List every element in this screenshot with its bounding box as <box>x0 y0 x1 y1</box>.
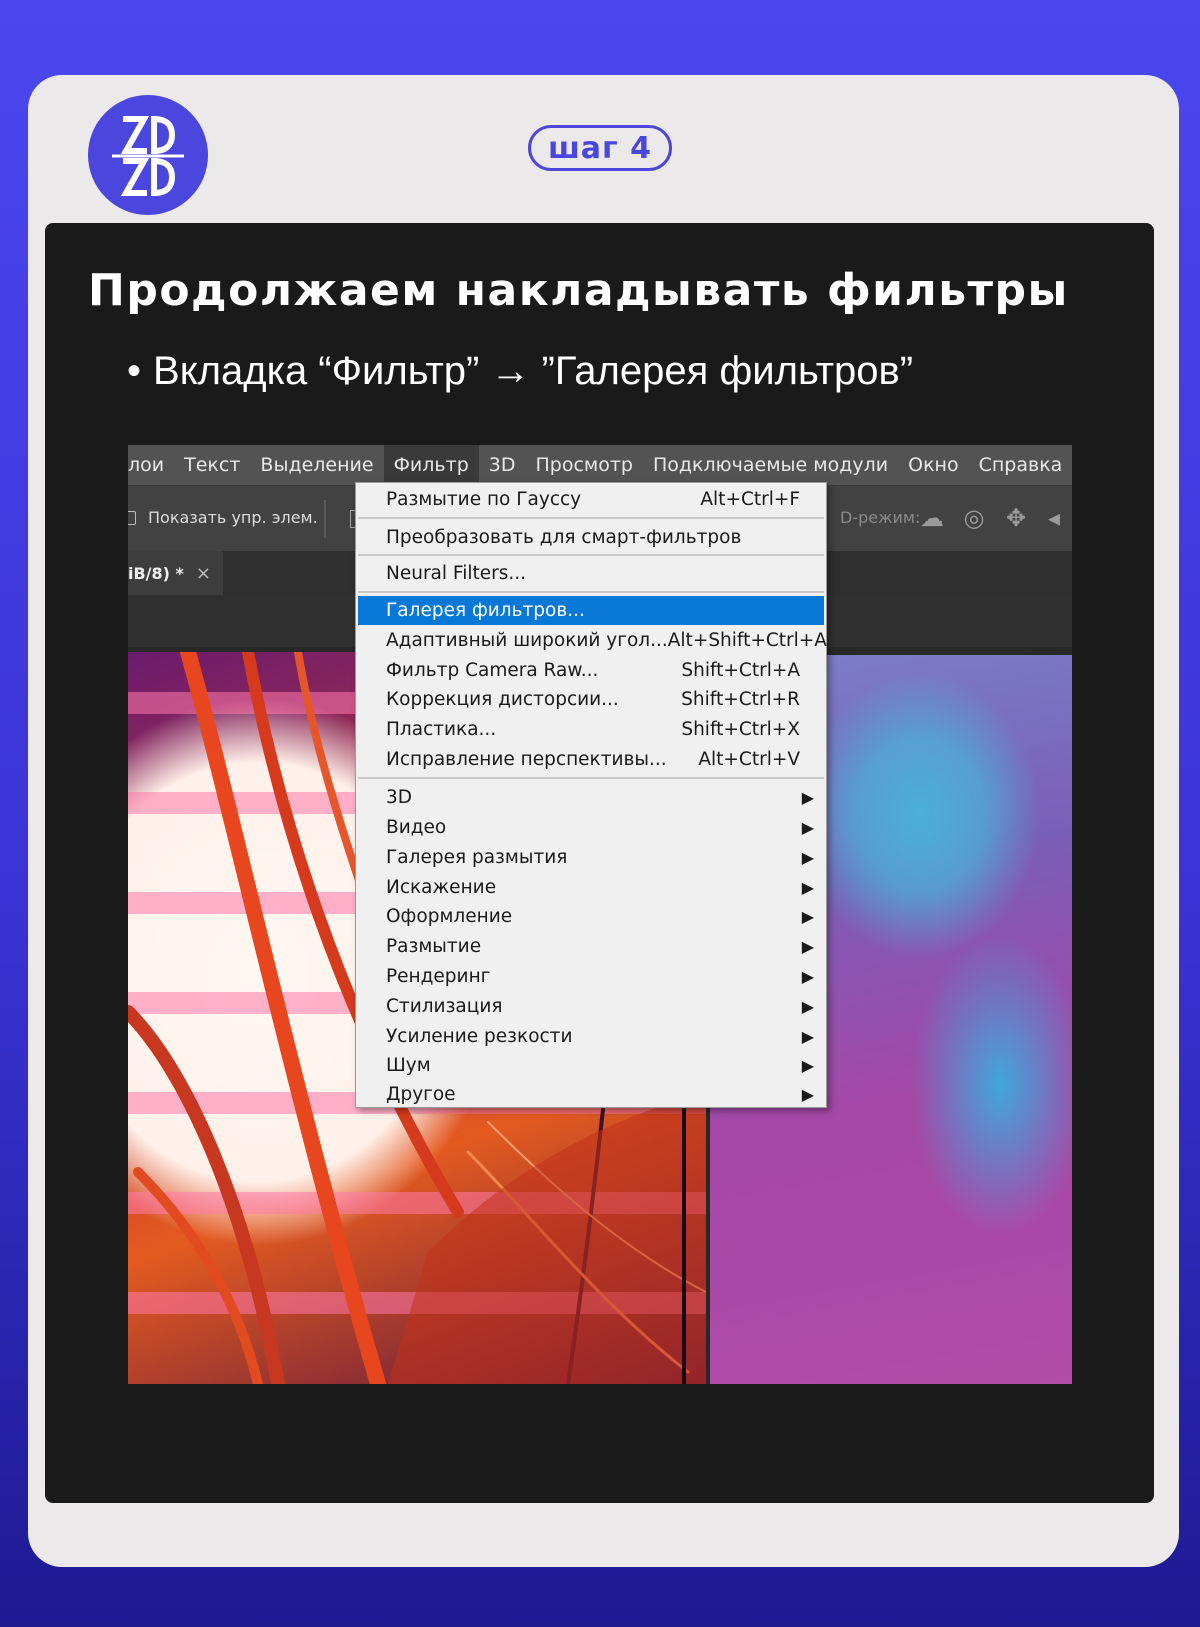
menu-item-gaussian-blur[interactable]: Размытие по Гауссу Alt+Ctrl+F <box>358 485 824 514</box>
document-tab[interactable]: iB/8) * × <box>128 551 223 595</box>
menu-3d[interactable]: 3D <box>479 445 526 485</box>
instruction-text: Вкладка “Фильтр” → ”Галерея фильтров” <box>153 349 914 393</box>
menu-item-label: Другое <box>386 1084 456 1105</box>
menu-item-camera-raw[interactable]: Фильтр Camera Raw... Shift+Ctrl+A <box>358 656 824 685</box>
submenu-pixelate[interactable]: Оформление ▶ <box>358 902 824 931</box>
submenu-arrow-icon: ▶ <box>801 818 814 837</box>
menu-window[interactable]: Окно <box>898 445 968 485</box>
menu-item-label: Оформление <box>386 906 513 927</box>
show-controls-label: Показать упр. элем. <box>148 508 318 527</box>
menu-separator <box>358 777 824 779</box>
menu-item-label: Усиление резкости <box>386 1026 573 1047</box>
submenu-blur-gallery[interactable]: Галерея размытия ▶ <box>358 843 824 872</box>
menu-help[interactable]: Справка <box>969 445 1072 485</box>
submenu-blur[interactable]: Размытие ▶ <box>358 932 824 961</box>
menu-item-label: Neural Filters... <box>386 563 527 584</box>
menu-plugins[interactable]: Подключаемые модули <box>643 445 898 485</box>
submenu-noise[interactable]: Шум ▶ <box>358 1051 824 1080</box>
menu-item-label: Фильтр Camera Raw... <box>386 660 599 681</box>
filter-dropdown-menu: Размытие по Гауссу Alt+Ctrl+F Преобразов… <box>355 482 827 1108</box>
instruction-bullet: • Вкладка “Фильтр” → ”Галерея фильтров” <box>127 349 913 394</box>
submenu-arrow-icon: ▶ <box>801 1027 814 1046</box>
bullet-icon: • <box>127 349 142 393</box>
menu-item-label: Исправление перспективы... <box>386 749 667 770</box>
menu-item-shortcut: Alt+Ctrl+F <box>700 489 800 510</box>
menu-item-neural-filters[interactable]: Neural Filters... <box>358 559 824 588</box>
menu-select[interactable]: Выделение <box>250 445 383 485</box>
submenu-arrow-icon: ▶ <box>801 997 814 1016</box>
menu-item-label: Галерея фильтров... <box>386 600 585 621</box>
step-badge: шаг 4 <box>528 125 672 171</box>
slide-3d-icon[interactable]: ◂ <box>1040 504 1068 532</box>
pan-3d-icon[interactable]: ✥ <box>1002 504 1030 532</box>
menu-item-shortcut: Alt+Shift+Ctrl+A <box>667 630 827 651</box>
menu-item-label: Рендеринг <box>386 966 491 987</box>
menu-bar: лои Текст Выделение Фильтр 3D Просмотр П… <box>128 445 1072 485</box>
menu-item-shortcut: Shift+Ctrl+X <box>681 719 800 740</box>
submenu-arrow-icon: ▶ <box>801 788 814 807</box>
menu-item-shortcut: Alt+Ctrl+V <box>698 749 800 770</box>
submenu-arrow-icon: ▶ <box>801 967 814 986</box>
menu-separator <box>358 517 824 519</box>
brand-logo <box>88 95 208 215</box>
menu-item-shortcut: Shift+Ctrl+R <box>681 689 800 710</box>
mode-3d-label: D-режим: <box>840 508 921 527</box>
menu-item-filter-gallery[interactable]: Галерея фильтров... <box>358 596 824 625</box>
submenu-3d[interactable]: 3D ▶ <box>358 783 824 812</box>
menu-item-lens-correction[interactable]: Коррекция дисторсии... Shift+Ctrl+R <box>358 685 824 714</box>
photoshop-screenshot: лои Текст Выделение Фильтр 3D Просмотр П… <box>128 445 1072 1384</box>
submenu-arrow-icon: ▶ <box>801 907 814 926</box>
submenu-render[interactable]: Рендеринг ▶ <box>358 962 824 991</box>
roll-3d-icon[interactable]: ◎ <box>960 504 988 532</box>
menu-item-label: Галерея размытия <box>386 847 568 868</box>
submenu-arrow-icon: ▶ <box>801 937 814 956</box>
step-label: шаг 4 <box>547 130 653 166</box>
submenu-arrow-icon: ▶ <box>801 1085 814 1104</box>
menu-item-label: Размытие по Гауссу <box>386 489 582 510</box>
submenu-arrow-icon: ▶ <box>801 1056 814 1075</box>
menu-text[interactable]: Текст <box>174 445 250 485</box>
submenu-video[interactable]: Видео ▶ <box>358 813 824 842</box>
menu-item-adaptive-wide-angle[interactable]: Адаптивный широкий угол... Alt+Shift+Ctr… <box>358 626 827 655</box>
submenu-arrow-icon: ▶ <box>801 848 814 867</box>
menu-item-label: Искажение <box>386 877 497 898</box>
submenu-arrow-icon: ▶ <box>801 878 814 897</box>
zd-logo-icon <box>112 115 184 197</box>
toolbar-divider <box>324 500 326 538</box>
menu-item-label: Размытие <box>386 936 482 957</box>
menu-separator <box>358 554 824 556</box>
submenu-other[interactable]: Другое ▶ <box>358 1080 824 1109</box>
menu-item-vanishing-point[interactable]: Исправление перспективы... Alt+Ctrl+V <box>358 745 824 774</box>
menu-item-label: Видео <box>386 817 447 838</box>
menu-item-label: Коррекция дисторсии... <box>386 689 619 710</box>
menu-separator <box>358 591 824 593</box>
page-title: Продолжаем накладывать фильтры <box>88 265 1069 316</box>
slide-card: шаг 4 Продолжаем накладывать фильтры • Вк… <box>28 75 1179 1567</box>
menu-item-label: Пластика... <box>386 719 497 740</box>
menu-item-label: Преобразовать для смарт-фильтров <box>386 527 742 548</box>
menu-item-convert-smart-filters[interactable]: Преобразовать для смарт-фильтров <box>358 523 824 552</box>
menu-item-label: Адаптивный широкий угол... <box>386 630 668 651</box>
document-tab-title: iB/8) * <box>128 563 184 583</box>
menu-item-label: Стилизация <box>386 996 503 1017</box>
orbit-3d-icon[interactable]: ☁ <box>918 504 946 532</box>
submenu-stylize[interactable]: Стилизация ▶ <box>358 992 824 1021</box>
menu-filter[interactable]: Фильтр <box>383 445 479 485</box>
close-icon[interactable]: × <box>196 563 211 584</box>
content-panel: Продолжаем накладывать фильтры • Вкладка … <box>45 223 1154 1503</box>
show-controls-checkbox[interactable] <box>128 511 136 525</box>
menu-item-label: Шум <box>386 1055 431 1076</box>
menu-view[interactable]: Просмотр <box>525 445 643 485</box>
submenu-distort[interactable]: Искажение ▶ <box>358 873 824 902</box>
menu-item-liquify[interactable]: Пластика... Shift+Ctrl+X <box>358 715 824 744</box>
submenu-sharpen[interactable]: Усиление резкости ▶ <box>358 1022 824 1051</box>
menu-item-shortcut: Shift+Ctrl+A <box>681 660 800 681</box>
menu-item-label: 3D <box>386 787 413 808</box>
menu-layers[interactable]: лои <box>128 445 174 485</box>
